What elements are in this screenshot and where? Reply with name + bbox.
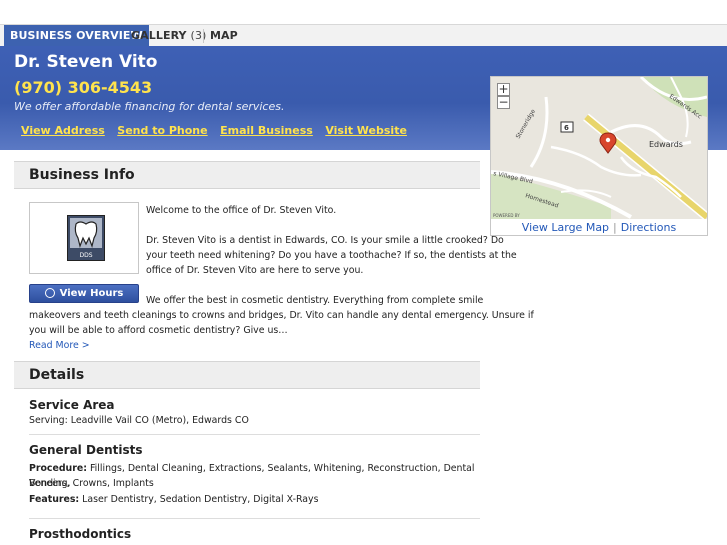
details-divider — [29, 518, 480, 519]
business-logo-frame: DDS — [29, 202, 139, 274]
email-business-link[interactable]: Email Business — [220, 124, 313, 137]
map-label-powered: POWERED BY — [493, 213, 520, 218]
features-label: Features: — [29, 494, 80, 505]
description-line-1: Dr. Steven Vito is a dentist in Edwards,… — [146, 235, 504, 246]
business-logo: DDS — [67, 215, 105, 261]
intro-paragraph: Welcome to the office of Dr. Steven Vito… — [146, 205, 337, 216]
description-line-2: your teeth need whitening? Do you have a… — [146, 250, 517, 261]
features-line: Features: Laser Dentistry, Sedation Dent… — [29, 492, 479, 507]
directions-link[interactable]: Directions — [621, 221, 676, 234]
business-actions: View Address Send to Phone Email Busines… — [21, 124, 416, 137]
map-view[interactable]: Edwards Edwards Acc Stoneridge s Village… — [491, 77, 707, 219]
view-large-map-link[interactable]: View Large Map — [522, 221, 609, 234]
business-name: Dr. Steven Vito — [14, 52, 158, 72]
map-label-highway: 6 — [564, 124, 569, 132]
view-address-link[interactable]: View Address — [21, 124, 105, 137]
map-label-town: Edwards — [649, 140, 683, 149]
tab-bar: BUSINESS OVERVIEW GALLERY (3) MAP — [0, 24, 727, 47]
clock-icon — [44, 288, 55, 298]
cosmetic-line-1: We offer the best in cosmetic dentistry.… — [146, 295, 484, 306]
business-phone[interactable]: (970) 306-4543 — [14, 78, 152, 97]
tab-map[interactable]: MAP — [204, 25, 244, 47]
cosmetic-line-3: you will be able to afford cosmetic dent… — [29, 325, 288, 336]
tab-gallery-label: GALLERY — [131, 29, 187, 42]
cosmetic-line-2: makeovers and teeth cleanings to crowns … — [29, 310, 534, 321]
procedure-line-2: Veneers, Crowns, Implants — [29, 478, 154, 489]
tab-gallery[interactable]: GALLERY (3) — [125, 25, 212, 47]
business-info-heading: Business Info — [14, 161, 480, 189]
features-values: Laser Dentistry, Sedation Dentistry, Dig… — [82, 494, 319, 505]
read-more-link[interactable]: Read More > — [29, 340, 90, 351]
visit-website-link[interactable]: Visit Website — [325, 124, 407, 137]
map-links: View Large Map | Directions — [491, 221, 707, 234]
view-hours-label: View Hours — [59, 288, 124, 299]
details-heading: Details — [14, 361, 480, 389]
general-dentists-title: General Dentists — [29, 443, 143, 457]
service-area-text: Serving: Leadville Vail CO (Metro), Edwa… — [29, 415, 249, 426]
view-hours-button[interactable]: View Hours — [29, 284, 139, 303]
tooth-logo-icon: DDS — [70, 218, 102, 259]
send-to-phone-link[interactable]: Send to Phone — [117, 124, 207, 137]
zoom-out-button[interactable]: − — [497, 96, 510, 109]
map-widget: Edwards Edwards Acc Stoneridge s Village… — [490, 76, 708, 236]
description-line-3: office of Dr. Steven Vito are here to se… — [146, 265, 364, 276]
details-divider — [29, 434, 480, 435]
service-area-title: Service Area — [29, 398, 115, 412]
business-tagline: We offer affordable financing for dental… — [14, 100, 285, 113]
map-graphic: Edwards Edwards Acc Stoneridge s Village… — [491, 77, 707, 219]
logo-text: DDS — [79, 252, 92, 259]
map-link-separator: | — [613, 221, 617, 234]
prosthodontics-title: Prosthodontics — [29, 527, 132, 541]
procedure-label: Procedure: — [29, 463, 87, 474]
